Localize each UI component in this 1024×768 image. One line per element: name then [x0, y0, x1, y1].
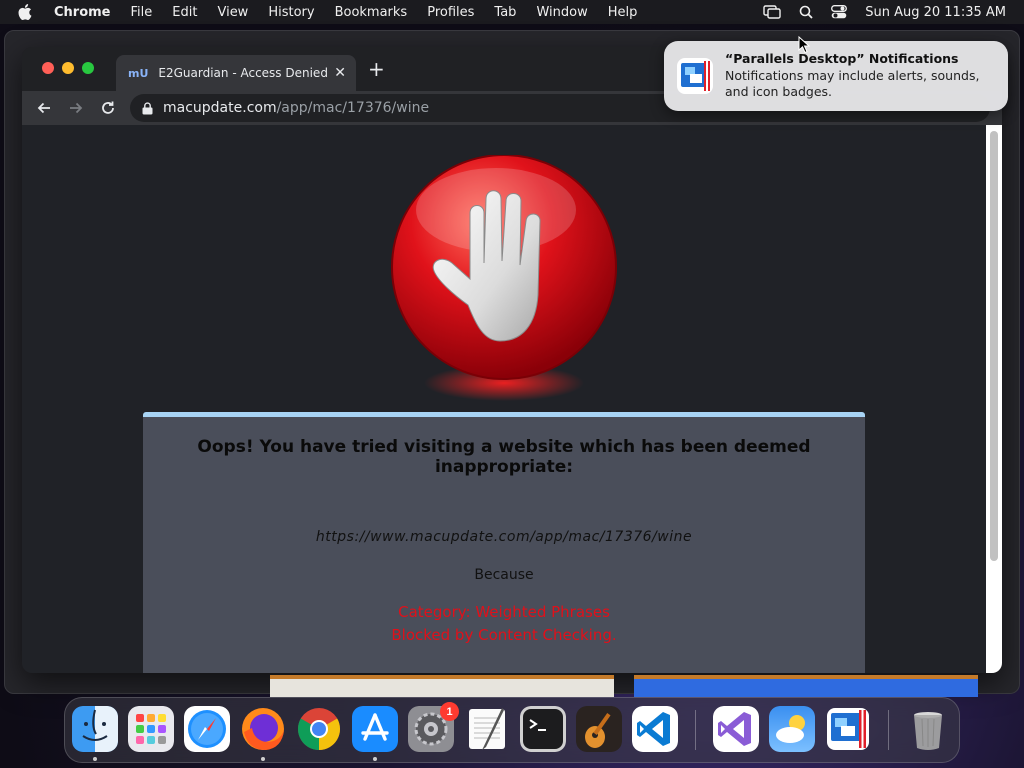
access-denied-card: Oops! You have tried visiting a website … — [143, 412, 865, 673]
parallels-desktop-icon — [677, 58, 713, 94]
menu-history[interactable]: History — [268, 5, 314, 20]
safari-icon[interactable] — [184, 706, 230, 752]
notification-title: “Parallels Desktop” Notifications — [725, 51, 959, 66]
visual-studio-icon[interactable] — [713, 706, 759, 752]
menubar-clock[interactable]: Sun Aug 20 11:35 AM — [865, 5, 1006, 20]
control-center-icon[interactable] — [831, 5, 848, 19]
close-window-button[interactable] — [42, 62, 54, 74]
mouse-cursor-icon — [798, 36, 810, 54]
background-window-thumbnail — [270, 675, 614, 697]
running-indicator — [93, 757, 97, 761]
reload-button[interactable] — [98, 98, 118, 118]
forward-button[interactable] — [66, 98, 86, 118]
menu-edit[interactable]: Edit — [172, 5, 197, 20]
page-headline: Oops! You have tried visiting a website … — [197, 437, 811, 477]
firefox-icon[interactable] — [240, 706, 286, 752]
tab-active[interactable]: mU E2Guardian - Access Denied ✕ — [116, 55, 356, 91]
terminal-icon[interactable] — [520, 706, 566, 752]
window-controls — [42, 62, 102, 74]
lock-icon[interactable] — [142, 101, 153, 115]
stop-hand-icon — [391, 155, 617, 401]
finder-icon[interactable] — [72, 706, 118, 752]
launchpad-icon[interactable] — [128, 706, 174, 752]
url-host: macupdate.com — [163, 100, 277, 116]
trash-icon[interactable] — [905, 706, 951, 752]
menu-tab[interactable]: Tab — [494, 5, 516, 20]
new-tab-button[interactable]: + — [368, 59, 385, 79]
menu-help[interactable]: Help — [608, 5, 638, 20]
menu-file[interactable]: File — [131, 5, 153, 20]
menu-view[interactable]: View — [217, 5, 248, 20]
back-button[interactable] — [34, 98, 54, 118]
close-tab-icon[interactable]: ✕ — [334, 65, 346, 81]
background-window-thumbnail — [634, 675, 978, 697]
apple-icon[interactable] — [18, 4, 36, 20]
app-store-icon[interactable] — [352, 706, 398, 752]
menu-profiles[interactable]: Profiles — [427, 5, 474, 20]
url-path: /app/mac/17376/wine — [276, 100, 430, 116]
blocked-page: Oops! You have tried visiting a website … — [22, 125, 986, 673]
menu-window[interactable]: Window — [536, 5, 587, 20]
dock-separator — [888, 710, 889, 750]
menu-app-name[interactable]: Chrome — [54, 5, 111, 20]
google-chrome-icon[interactable] — [296, 706, 342, 752]
minimize-window-button[interactable] — [62, 62, 74, 74]
chrome-window: mU E2Guardian - Access Denied ✕ + macupd… — [22, 47, 1002, 673]
textedit-icon[interactable] — [464, 706, 510, 752]
scrollbar-thumb[interactable] — [990, 131, 998, 561]
running-indicator — [261, 757, 265, 761]
notification-badge: 1 — [440, 702, 459, 721]
reason-category: Category: Weighted Phrases — [398, 603, 610, 621]
reason-detail: Blocked by Content Checking. — [391, 626, 617, 644]
menu-bookmarks[interactable]: Bookmarks — [335, 5, 408, 20]
running-indicator — [373, 757, 377, 761]
because-label: Because — [474, 567, 534, 583]
zoom-window-button[interactable] — [82, 62, 94, 74]
dock-separator — [695, 710, 696, 750]
tab-title: E2Guardian - Access Denied — [158, 66, 328, 80]
visual-studio-code-icon[interactable] — [632, 706, 678, 752]
notification-banner[interactable]: “Parallels Desktop” Notifications Notifi… — [664, 41, 1008, 111]
spotlight-search-icon[interactable] — [799, 5, 813, 19]
garageband-icon[interactable] — [576, 706, 622, 752]
dock — [64, 697, 960, 763]
blocked-url: https://www.macupdate.com/app/mac/17376/… — [315, 529, 693, 545]
page-scrollbar[interactable] — [986, 125, 1002, 673]
block-reason: Category: Weighted Phrases Blocked by Co… — [143, 601, 865, 647]
screen-mirroring-icon[interactable] — [763, 5, 781, 19]
notification-body: Notifications may include alerts, sounds… — [725, 68, 980, 99]
weather-icon[interactable] — [769, 706, 815, 752]
parallels-desktop-icon[interactable] — [825, 706, 871, 752]
macupdate-favicon-icon: mU — [128, 66, 149, 80]
menu-bar: Chrome File Edit View History Bookmarks … — [0, 0, 1024, 24]
